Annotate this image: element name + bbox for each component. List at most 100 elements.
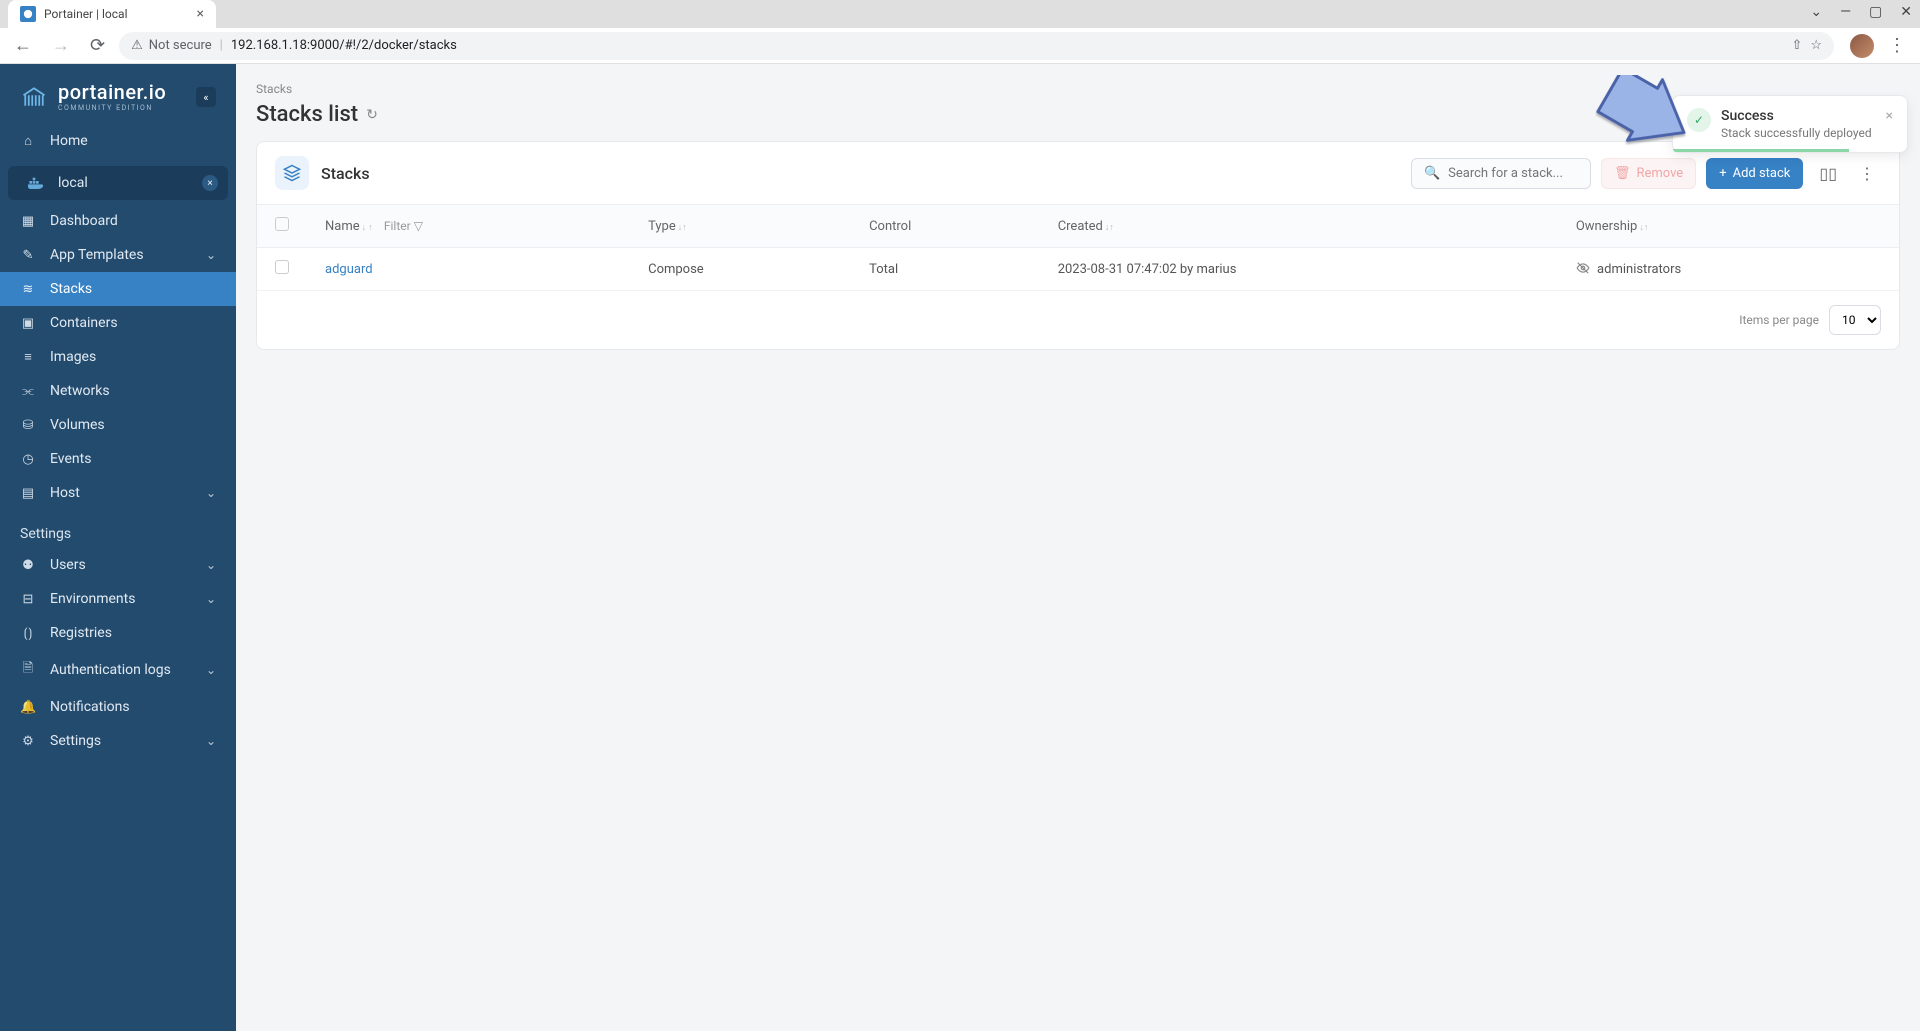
columns-icon[interactable]: ▯▯ bbox=[1813, 158, 1843, 189]
portainer-icon bbox=[20, 83, 48, 111]
page-title: Stacks list ↻ bbox=[256, 102, 1900, 127]
forward-icon[interactable]: → bbox=[46, 31, 76, 60]
sidebar-item-registries[interactable]: ⟮⟯ Registries bbox=[0, 616, 236, 650]
layers-icon: ≋ bbox=[20, 282, 36, 297]
breadcrumb[interactable]: Stacks bbox=[256, 82, 1900, 96]
sidebar-item-containers[interactable]: ▣ Containers bbox=[0, 306, 236, 340]
minimize-icon[interactable]: — bbox=[1840, 4, 1851, 20]
column-ownership[interactable]: Ownership↓↑ bbox=[1558, 205, 1899, 248]
sidebar-item-label: Images bbox=[50, 349, 96, 365]
cell-type: Compose bbox=[630, 248, 851, 291]
chevron-down-icon: ⌄ bbox=[206, 592, 216, 606]
bookmark-star-icon[interactable]: ☆ bbox=[1810, 38, 1822, 53]
maximize-icon[interactable]: ▢ bbox=[1869, 4, 1882, 20]
cell-created: 2023-08-31 07:47:02 by marius bbox=[1040, 248, 1558, 291]
sidebar-item-environment[interactable]: local × bbox=[8, 166, 228, 200]
grid-icon: ▦ bbox=[20, 214, 36, 229]
chevron-down-icon: ⌄ bbox=[206, 486, 216, 500]
security-indicator[interactable]: ⚠ Not secure bbox=[131, 38, 212, 53]
button-label: Remove bbox=[1636, 166, 1683, 181]
close-window-icon[interactable]: ✕ bbox=[1900, 4, 1912, 20]
sidebar-item-host[interactable]: ▤ Host ⌄ bbox=[0, 476, 236, 510]
browser-menu-icon[interactable]: ⋮ bbox=[1882, 35, 1912, 56]
browser-tab[interactable]: Portainer | local × bbox=[8, 0, 216, 28]
stack-name-link[interactable]: adguard bbox=[325, 262, 373, 277]
back-icon[interactable]: ← bbox=[8, 31, 38, 60]
share-nodes-icon: ⫘ bbox=[20, 384, 36, 399]
cell-control: Total bbox=[851, 248, 1040, 291]
sidebar: portainer.io COMMUNITY EDITION « ⌂ Home … bbox=[0, 64, 236, 1031]
sidebar-item-label: Volumes bbox=[50, 417, 105, 433]
select-all-checkbox[interactable] bbox=[275, 217, 289, 231]
database-icon: ⛁ bbox=[20, 418, 36, 433]
tab-close-icon[interactable]: × bbox=[197, 7, 204, 21]
toast-title: Success bbox=[1721, 108, 1876, 124]
sort-desc-icon: ↓ bbox=[362, 223, 367, 233]
sidebar-item-label: Host bbox=[50, 485, 80, 501]
sidebar-item-label: App Templates bbox=[50, 247, 144, 263]
toast-message: Stack successfully deployed bbox=[1721, 126, 1876, 140]
box-icon: ▣ bbox=[20, 316, 36, 331]
users-icon: ⚉ bbox=[20, 558, 36, 573]
toast-close-icon[interactable]: × bbox=[1886, 108, 1893, 140]
sidebar-item-label: Authentication logs bbox=[50, 662, 171, 678]
add-stack-button[interactable]: + Add stack bbox=[1706, 158, 1803, 189]
remove-button[interactable]: 🗑 Remove bbox=[1601, 158, 1696, 189]
sidebar-item-auth-logs[interactable]: 🗎 Authentication logs ⌄ bbox=[0, 650, 236, 690]
more-menu-icon[interactable]: ⋮ bbox=[1853, 158, 1881, 189]
toast-success: ✓ Success Stack successfully deployed × bbox=[1672, 95, 1908, 153]
card-footer: Items per page 10 bbox=[257, 291, 1899, 349]
env-close-icon[interactable]: × bbox=[202, 175, 218, 191]
column-created[interactable]: Created↓↑ bbox=[1040, 205, 1558, 248]
reload-icon[interactable]: ⟳ bbox=[84, 31, 111, 60]
sidebar-item-events[interactable]: ◷ Events bbox=[0, 442, 236, 476]
chevron-down-icon: ⌄ bbox=[206, 734, 216, 748]
trash-icon: 🗑 bbox=[1614, 166, 1631, 181]
collapse-sidebar-button[interactable]: « bbox=[196, 87, 216, 107]
sidebar-item-settings[interactable]: ⚙ Settings ⌄ bbox=[0, 724, 236, 758]
search-input-wrap[interactable]: 🔍 bbox=[1411, 158, 1591, 189]
refresh-icon[interactable]: ↻ bbox=[366, 107, 378, 123]
edit-icon: ✎ bbox=[20, 248, 36, 263]
card-title: Stacks bbox=[321, 164, 370, 183]
filter-link[interactable]: Filter ▽ bbox=[384, 219, 423, 233]
url-bar[interactable]: ⚠ Not secure | 192.168.1.18:9000/#!/2/do… bbox=[119, 32, 1834, 60]
layers-icon bbox=[275, 156, 309, 190]
button-label: Add stack bbox=[1733, 166, 1791, 181]
sidebar-item-home[interactable]: ⌂ Home bbox=[0, 124, 236, 158]
sidebar-item-images[interactable]: ≡ Images bbox=[0, 340, 236, 374]
items-per-page-select[interactable]: 10 bbox=[1829, 305, 1881, 335]
toast-progress-bar bbox=[1673, 149, 1849, 152]
sidebar-item-dashboard[interactable]: ▦ Dashboard bbox=[0, 204, 236, 238]
sort-asc-icon: ↑ bbox=[368, 223, 373, 233]
sidebar-item-users[interactable]: ⚉ Users ⌄ bbox=[0, 548, 236, 582]
clock-icon: ◷ bbox=[20, 452, 36, 467]
sidebar-item-networks[interactable]: ⫘ Networks bbox=[0, 374, 236, 408]
search-input[interactable] bbox=[1448, 166, 1578, 181]
column-control[interactable]: Control bbox=[851, 205, 1040, 248]
sidebar-item-environments[interactable]: ⊟ Environments ⌄ bbox=[0, 582, 236, 616]
row-checkbox[interactable] bbox=[275, 260, 289, 274]
profile-avatar[interactable] bbox=[1850, 34, 1874, 58]
sidebar-item-label: Dashboard bbox=[50, 213, 118, 229]
divider: | bbox=[220, 38, 223, 53]
items-per-page-label: Items per page bbox=[1739, 313, 1819, 327]
radio-icon: ⟮⟯ bbox=[20, 626, 36, 641]
browser-toolbar: ← → ⟳ ⚠ Not secure | 192.168.1.18:9000/#… bbox=[0, 28, 1920, 64]
main-content: Stacks Stacks list ↻ Stacks 🔍 🗑 Rem bbox=[236, 64, 1920, 1031]
sidebar-item-notifications[interactable]: 🔔 Notifications bbox=[0, 690, 236, 724]
chevron-down-icon[interactable]: ⌄ bbox=[1810, 4, 1822, 20]
sidebar-item-stacks[interactable]: ≋ Stacks bbox=[0, 272, 236, 306]
sidebar-item-app-templates[interactable]: ✎ App Templates ⌄ bbox=[0, 238, 236, 272]
sidebar-item-label: Stacks bbox=[50, 281, 92, 297]
security-label: Not secure bbox=[149, 38, 212, 53]
column-name[interactable]: Name↓↑ Filter ▽ bbox=[307, 205, 630, 248]
bell-icon: 🔔 bbox=[20, 700, 36, 715]
share-icon[interactable]: ⇧ bbox=[1791, 38, 1802, 53]
warning-icon: ⚠ bbox=[131, 38, 143, 53]
brand-logo[interactable]: portainer.io COMMUNITY EDITION « bbox=[0, 64, 236, 124]
chevron-down-icon: ⌄ bbox=[206, 248, 216, 262]
column-type[interactable]: Type↓↑ bbox=[630, 205, 851, 248]
sidebar-item-volumes[interactable]: ⛁ Volumes bbox=[0, 408, 236, 442]
tab-title: Portainer | local bbox=[44, 7, 128, 21]
